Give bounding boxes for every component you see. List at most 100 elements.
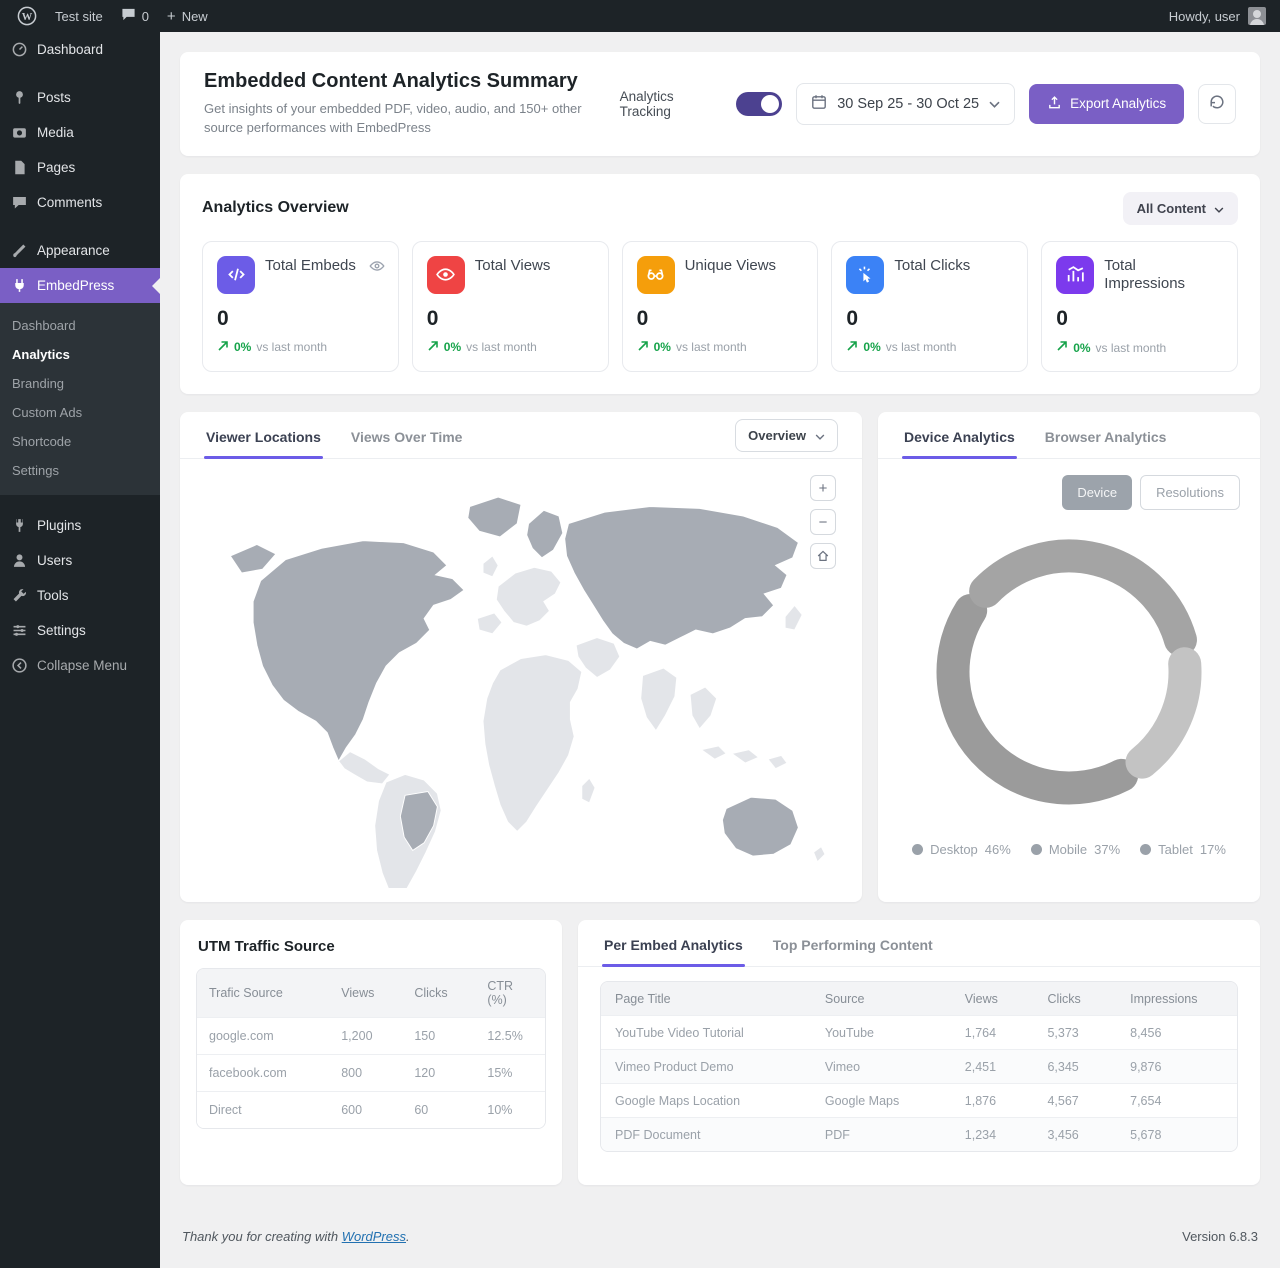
- chevron-down-icon: [989, 96, 1000, 112]
- export-analytics-button[interactable]: Export Analytics: [1029, 84, 1184, 124]
- tab-device-analytics[interactable]: Device Analytics: [902, 412, 1017, 458]
- submenu-item-dashboard[interactable]: Dashboard: [0, 311, 160, 340]
- sidebar-item-pages[interactable]: Pages: [0, 150, 160, 185]
- page-icon: [11, 159, 28, 176]
- column-header: Impressions: [1116, 982, 1237, 1016]
- tab-views-over-time[interactable]: Views Over Time: [349, 412, 465, 458]
- sidebar-item-users[interactable]: Users: [0, 543, 160, 578]
- site-name-link[interactable]: Test site: [46, 0, 112, 32]
- all-content-filter[interactable]: All Content: [1123, 192, 1238, 225]
- resolutions-button[interactable]: Resolutions: [1140, 475, 1240, 510]
- viewer-locations-card: Viewer Locations Views Over Time Overvie…: [180, 412, 862, 902]
- comments-link[interactable]: 0: [112, 0, 158, 32]
- wordpress-link[interactable]: WordPress: [342, 1229, 406, 1244]
- page-subtitle: Get insights of your embedded PDF, video…: [204, 100, 604, 138]
- admin-sidebar: Dashboard Posts Media Pages Comments App…: [0, 32, 160, 1268]
- wordpress-logo-icon[interactable]: W: [8, 0, 46, 32]
- donut-segment-desktop: [953, 611, 1122, 789]
- new-content-link[interactable]: + New: [158, 0, 217, 32]
- trend-up-icon: [637, 340, 649, 355]
- sidebar-item-dashboard[interactable]: Dashboard: [0, 32, 160, 67]
- legend-item-desktop: Desktop 46%: [912, 842, 1011, 857]
- chevron-down-icon: [1214, 201, 1224, 216]
- plus-icon: +: [167, 9, 176, 24]
- stat-card-unique-views: Unique Views 0 0% vs last month: [622, 241, 819, 373]
- device-button[interactable]: Device: [1062, 475, 1132, 510]
- sidebar-item-embedpress[interactable]: EmbedPress: [0, 268, 160, 303]
- legend-dot: [1031, 844, 1042, 855]
- stat-value: 0: [1056, 307, 1223, 331]
- sidebar-item-plugins[interactable]: Plugins: [0, 508, 160, 543]
- sidebar-item-settings[interactable]: Settings: [0, 613, 160, 648]
- donut-segment-tablet: [1142, 664, 1185, 762]
- history-icon: [1208, 93, 1226, 114]
- world-map[interactable]: + −: [180, 459, 862, 902]
- legend-item-mobile: Mobile 37%: [1031, 842, 1120, 857]
- reset-view-button[interactable]: [810, 543, 836, 569]
- eye-icon: [427, 256, 465, 294]
- embedpress-plug-icon: [11, 277, 28, 294]
- submenu-item-settings[interactable]: Settings: [0, 456, 160, 485]
- version-text: Version 6.8.3: [1182, 1229, 1258, 1244]
- howdy-link[interactable]: Howdy, user: [1169, 9, 1240, 24]
- stat-value: 0: [427, 307, 594, 331]
- stat-value: 0: [637, 307, 804, 331]
- sidebar-item-tools[interactable]: Tools: [0, 578, 160, 613]
- donut-segment-mobile: [986, 556, 1181, 640]
- date-range-picker[interactable]: 30 Sep 25 - 30 Oct 25: [796, 83, 1015, 125]
- sidebar-item-media[interactable]: Media: [0, 115, 160, 150]
- pin-icon: [11, 89, 28, 106]
- camera-icon: [11, 124, 28, 141]
- speech-bubble-icon: [11, 194, 28, 211]
- legend-dot: [1140, 844, 1151, 855]
- per-embed-analytics-card: Per Embed Analytics Top Performing Conte…: [578, 920, 1260, 1185]
- tab-browser-analytics[interactable]: Browser Analytics: [1043, 412, 1169, 458]
- click-icon: [846, 256, 884, 294]
- table-row: Google Maps LocationGoogle Maps1,8764,56…: [601, 1084, 1237, 1118]
- trend-up-icon: [427, 340, 439, 355]
- plugin-icon: [11, 517, 28, 534]
- column-header: Source: [811, 982, 951, 1016]
- column-header: Page Title: [601, 982, 811, 1016]
- main-content: Embedded Content Analytics Summary Get i…: [160, 32, 1280, 1268]
- submenu-item-analytics[interactable]: Analytics: [0, 340, 160, 369]
- overview-select[interactable]: Overview: [735, 419, 838, 452]
- page-title: Embedded Content Analytics Summary: [204, 70, 604, 93]
- code-icon: [217, 256, 255, 294]
- trend-up-icon: [1056, 340, 1068, 355]
- submenu-item-shortcode[interactable]: Shortcode: [0, 427, 160, 456]
- world-map-svg: [198, 467, 844, 888]
- sidebar-item-posts[interactable]: Posts: [0, 80, 160, 115]
- sidebar-item-appearance[interactable]: Appearance: [0, 233, 160, 268]
- submenu-item-branding[interactable]: Branding: [0, 369, 160, 398]
- submenu-item-custom-ads[interactable]: Custom Ads: [0, 398, 160, 427]
- table-row: PDF DocumentPDF1,2343,4565,678: [601, 1118, 1237, 1152]
- stat-card-total-impressions: Total Impressions 0 0% vs last month: [1041, 241, 1238, 373]
- column-header: Views: [951, 982, 1034, 1016]
- zoom-out-button[interactable]: −: [810, 509, 836, 535]
- dashboard-icon: [11, 41, 28, 58]
- comment-bubble-icon: [121, 7, 136, 25]
- stat-card-total-views: Total Views 0 0% vs last month: [412, 241, 609, 373]
- user-icon: [11, 552, 28, 569]
- chart-icon: [1056, 256, 1094, 294]
- tab-per-embed-analytics[interactable]: Per Embed Analytics: [602, 920, 745, 966]
- utm-traffic-card: UTM Traffic Source Trafic Source Views C…: [180, 920, 562, 1185]
- tab-top-performing-content[interactable]: Top Performing Content: [771, 920, 935, 966]
- utm-table: Trafic Source Views Clicks CTR (%) googl…: [197, 969, 545, 1128]
- column-header: Clicks: [1033, 982, 1116, 1016]
- table-row: google.com1,20015012.5%: [197, 1018, 545, 1055]
- analytics-tracking-toggle[interactable]: [736, 92, 782, 116]
- stat-card-total-clicks: Total Clicks 0 0% vs last month: [831, 241, 1028, 373]
- sidebar-item-comments[interactable]: Comments: [0, 185, 160, 220]
- device-donut-chart: [904, 514, 1234, 834]
- zoom-in-button[interactable]: +: [810, 475, 836, 501]
- analytics-overview-title: Analytics Overview: [202, 199, 349, 217]
- legend-item-tablet: Tablet 17%: [1140, 842, 1226, 857]
- avatar[interactable]: [1248, 7, 1266, 25]
- history-button[interactable]: [1198, 84, 1236, 124]
- sidebar-item-collapse-menu[interactable]: Collapse Menu: [0, 648, 160, 683]
- legend-dot: [912, 844, 923, 855]
- tab-viewer-locations[interactable]: Viewer Locations: [204, 412, 323, 458]
- eye-icon[interactable]: [368, 257, 386, 275]
